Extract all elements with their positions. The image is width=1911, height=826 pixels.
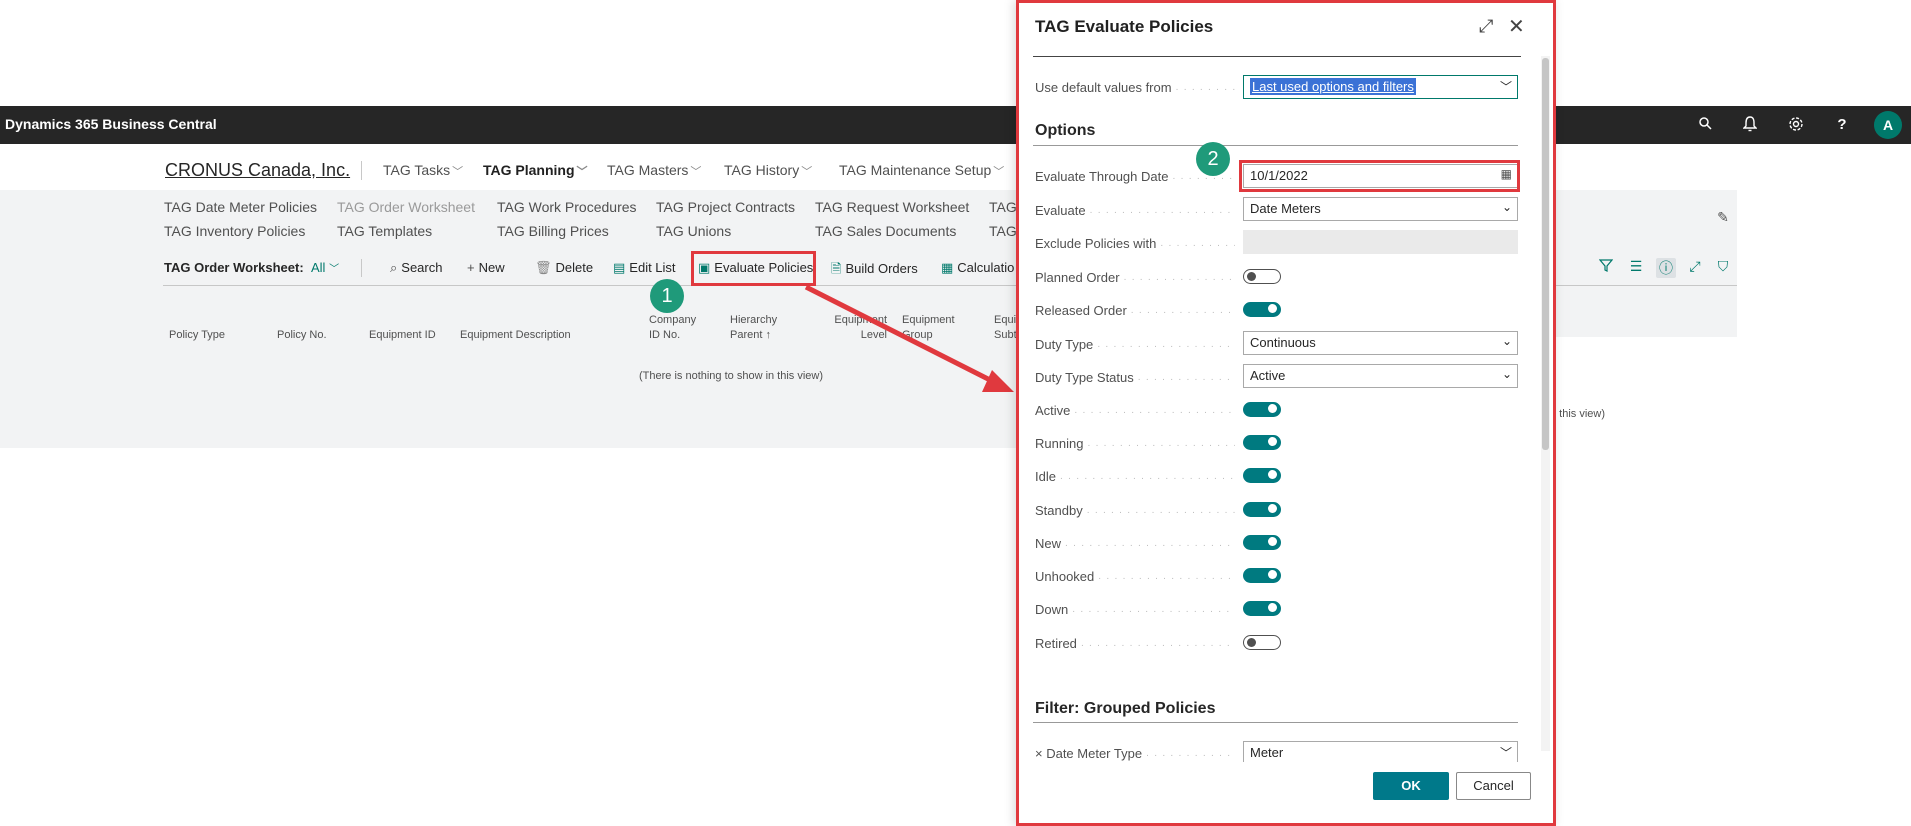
highlight-dialog bbox=[1016, 0, 1556, 826]
arrow-annotation bbox=[804, 284, 1014, 392]
